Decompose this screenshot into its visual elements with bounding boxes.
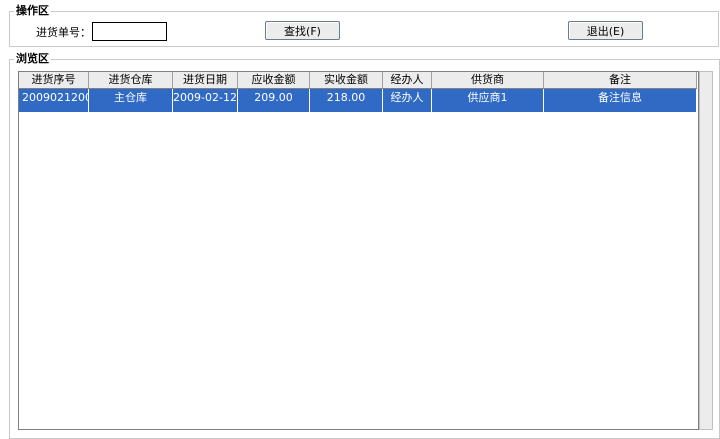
search-button[interactable]: 查找(F) xyxy=(265,21,340,40)
table-row[interactable]: 200902120001主仓库2009-02-12209.00218.00经办人… xyxy=(19,89,697,112)
grid-header: 进货序号 进货仓库 进货日期 应收金额 实收金额 经办人 供货商 备注 xyxy=(19,72,697,89)
records-grid[interactable]: 进货序号进货仓库进货日期应收金额实收金额经办人供货商备注 20090212000… xyxy=(18,71,699,430)
vertical-scrollbar[interactable] xyxy=(699,71,713,430)
column-header[interactable]: 供货商 xyxy=(432,72,544,88)
order-no-label: 进货单号： xyxy=(36,26,91,39)
table-cell: 218.00 xyxy=(310,89,383,112)
column-header[interactable]: 实收金额 xyxy=(310,72,383,88)
table-cell: 200902120001 xyxy=(19,89,89,112)
column-header[interactable]: 进货序号 xyxy=(19,72,89,88)
column-header[interactable]: 进货仓库 xyxy=(89,72,173,88)
exit-button[interactable]: 退出(E) xyxy=(568,21,643,40)
order-no-input[interactable] xyxy=(92,22,167,41)
table-cell: 经办人 xyxy=(383,89,432,112)
column-header[interactable]: 进货日期 xyxy=(173,72,238,88)
table-cell: 供应商1 xyxy=(432,89,544,112)
table-cell: 主仓库 xyxy=(89,89,173,112)
column-header[interactable]: 应收金额 xyxy=(238,72,310,88)
operation-groupbox-title: 操作区 xyxy=(14,4,51,17)
table-cell: 209.00 xyxy=(238,89,310,112)
browse-groupbox-title: 浏览区 xyxy=(14,52,51,65)
table-cell: 备注信息 xyxy=(544,89,697,112)
column-header[interactable]: 备注 xyxy=(544,72,697,88)
column-header[interactable]: 经办人 xyxy=(383,72,432,88)
table-cell: 2009-02-12 xyxy=(173,89,238,112)
